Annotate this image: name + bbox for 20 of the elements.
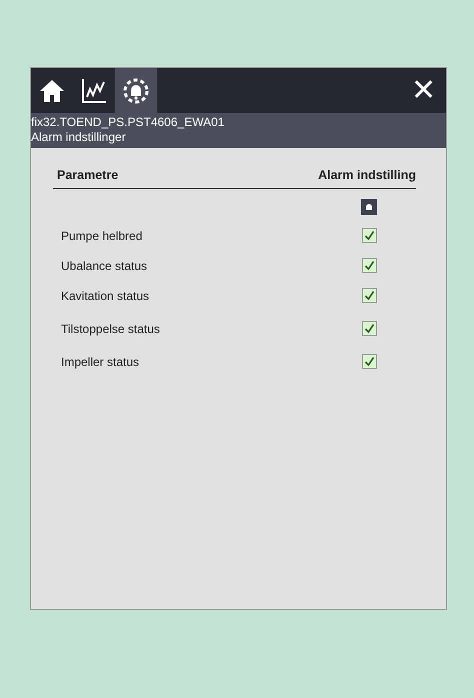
alarm-checkbox[interactable] [362, 354, 376, 370]
tag-name: fix32.TOEND_PS.PST4606_EWA01 [31, 115, 226, 130]
parameter-label: Ubalance status [61, 258, 148, 275]
parameter-label: Pumpe helbred [61, 228, 144, 245]
panel-subtitle: Alarm indstillinger [31, 130, 127, 145]
line-chart-icon [80, 76, 108, 104]
alarm-checkbox[interactable] [362, 228, 376, 244]
bell-gear-icon [121, 76, 151, 106]
home-icon [38, 78, 66, 104]
bell-tab[interactable] [115, 68, 157, 113]
alarm-checkbox[interactable] [362, 321, 376, 336]
alarm-checkbox[interactable] [362, 258, 376, 274]
parameter-label: Kavitation status [61, 288, 150, 305]
column-header: Alarm indstilling [318, 167, 416, 184]
bell-icon [361, 198, 377, 215]
parameter-label: Tilstoppelse status [61, 320, 161, 338]
close-button[interactable]: ✕ [401, 68, 446, 113]
column-header: Parametre [57, 167, 118, 184]
alarm-checkbox[interactable] [362, 288, 376, 304]
parameter-label: Impeller status [61, 354, 140, 371]
